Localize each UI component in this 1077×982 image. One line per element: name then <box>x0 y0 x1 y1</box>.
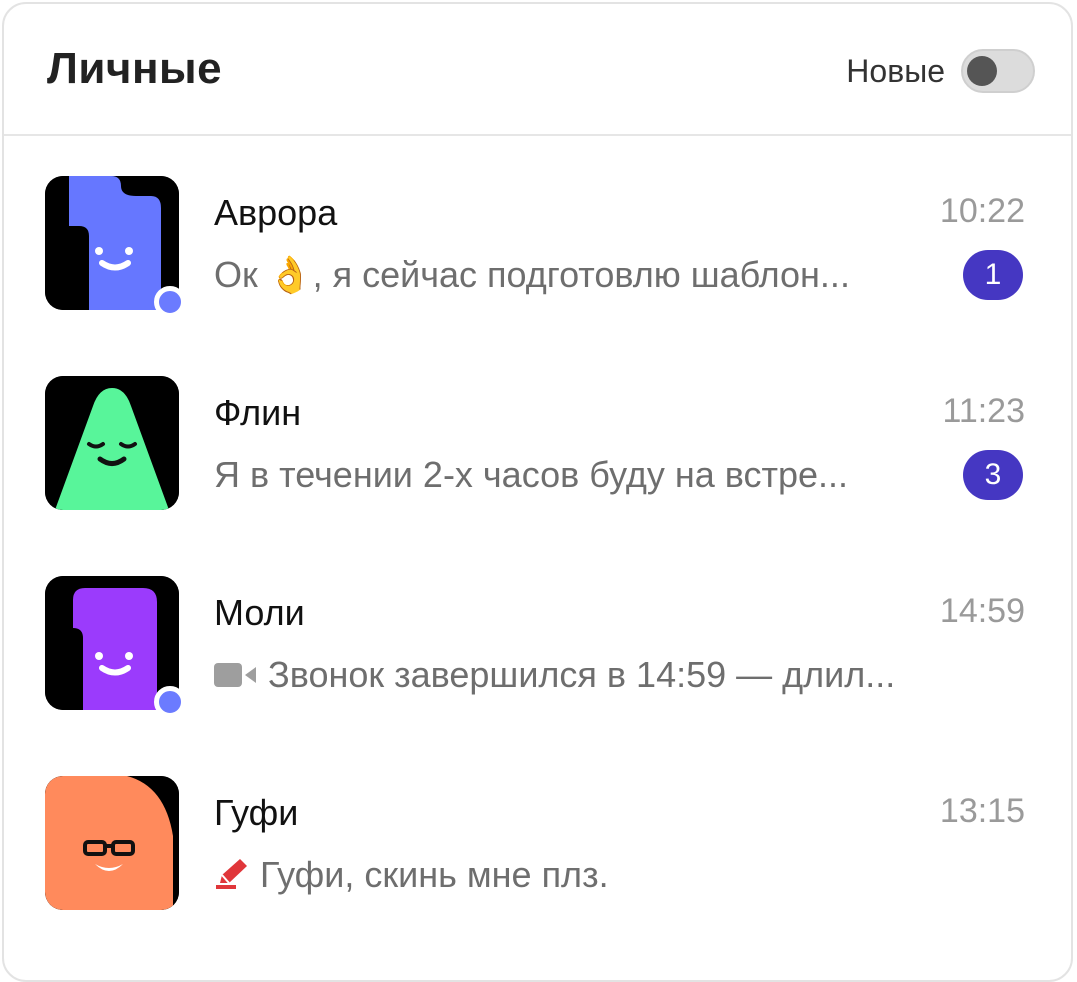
unread-count-badge: 1 <box>963 250 1023 300</box>
chat-time: 10:22 <box>939 192 1025 230</box>
chat-preview: Ок 👌 , я сейчас подготовлю шаблон... <box>214 254 944 296</box>
new-filter-label: Новые <box>846 52 945 89</box>
chat-name: Моли <box>214 592 305 633</box>
chat-row-aurora[interactable]: Аврора 10:22 Ок 👌 , я сейчас подготовлю … <box>4 136 1071 336</box>
unread-count-badge: 3 <box>963 450 1023 500</box>
chat-preview: Я в течении 2-х часов буду на встре... <box>214 454 944 496</box>
chat-row-goofy[interactable]: Гуфи 13:15 Гуфи, скинь мне плз. <box>4 736 1071 936</box>
goofy-avatar-icon <box>45 776 179 910</box>
online-status-dot <box>154 686 186 718</box>
chat-time: 13:15 <box>939 792 1025 830</box>
chat-preview: Звонок завершился в 14:59 — длил... <box>214 654 944 696</box>
chat-name: Флин <box>214 392 302 433</box>
chat-row-moli[interactable]: Моли 14:59 Звонок завершился в 14:59 — д… <box>4 536 1071 736</box>
pencil-draft-icon <box>214 857 250 893</box>
new-filter: Новые <box>846 49 1035 93</box>
ok-hand-emoji-icon: 👌 <box>267 254 313 295</box>
chat-preview-text: Звонок завершился в 14:59 — длил... <box>268 654 896 695</box>
chat-name: Аврора <box>214 192 338 233</box>
flin-avatar-icon <box>45 376 179 510</box>
chat-preview: Гуфи, скинь мне плз. <box>214 854 944 896</box>
chat-list-panel: Личные Новые Аврора 10:22 Ок 👌 , я сейча… <box>2 2 1073 982</box>
page-title: Личные <box>47 44 223 93</box>
video-camera-icon <box>214 661 258 689</box>
chat-time: 11:23 <box>942 392 1025 430</box>
new-filter-toggle[interactable] <box>961 49 1035 93</box>
chat-preview-text: , я сейчас подготовлю шаблон... <box>312 254 850 295</box>
chat-preview-text: Гуфи, скинь мне плз. <box>260 854 609 895</box>
chat-time: 14:59 <box>939 592 1025 630</box>
chat-name: Гуфи <box>214 792 299 833</box>
chat-list-header: Личные Новые <box>4 4 1071 136</box>
chat-preview-text: Я в течении 2-х часов буду на встре... <box>214 454 849 495</box>
online-status-dot <box>154 286 186 318</box>
toggle-knob <box>967 56 997 86</box>
chat-preview-prefix: Ок <box>214 254 268 295</box>
chat-row-flin[interactable]: Флин 11:23 Я в течении 2-х часов буду на… <box>4 336 1071 536</box>
